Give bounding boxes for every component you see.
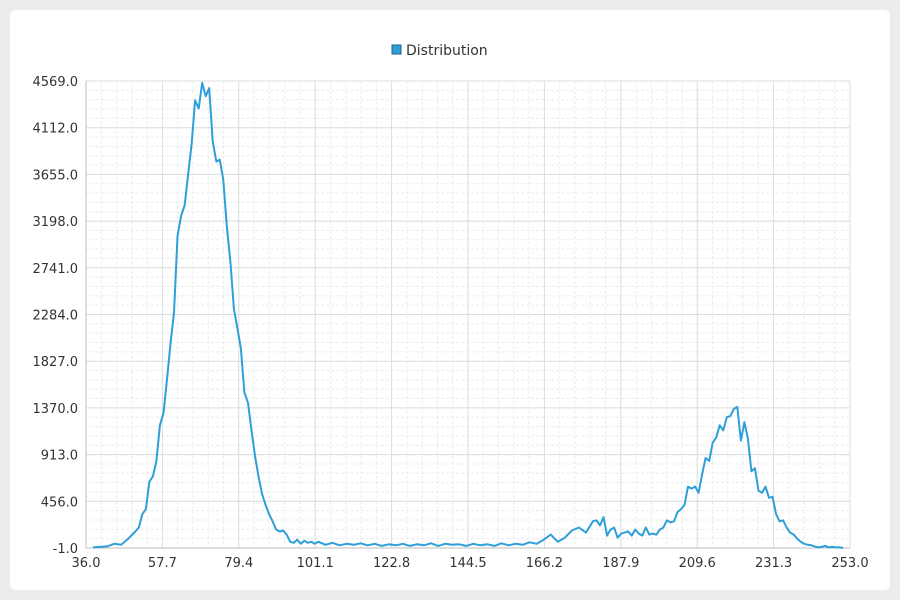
x-tick-label: 231.3 bbox=[755, 556, 792, 571]
x-tick-label: 187.9 bbox=[602, 556, 639, 571]
x-tick-label: 209.6 bbox=[679, 556, 716, 571]
legend-swatch bbox=[391, 44, 402, 55]
y-tick-label: 456.0 bbox=[41, 495, 78, 510]
x-tick-label: 122.8 bbox=[373, 556, 410, 571]
y-tick-label: 913.0 bbox=[41, 449, 78, 464]
legend-label: Distribution bbox=[406, 43, 488, 59]
y-tick-label: 3198.0 bbox=[33, 215, 79, 230]
legend[interactable]: Distribution bbox=[391, 43, 488, 59]
x-tick-label: 57.7 bbox=[148, 556, 177, 571]
y-tick-label: 4569.0 bbox=[33, 75, 79, 90]
x-tick-label: 101.1 bbox=[297, 556, 334, 571]
y-tick-label: 4112.0 bbox=[33, 122, 79, 137]
distribution-chart: 36.0 57.7 79.4 101.1 122.8 144.5 166.2 187.9 209… bbox=[33, 43, 869, 571]
x-tick-label: 144.5 bbox=[449, 556, 486, 571]
y-tick-label: 2284.0 bbox=[33, 309, 79, 324]
grid bbox=[85, 80, 851, 549]
y-tick-label: 1370.0 bbox=[33, 402, 79, 417]
x-tick-label: 36.0 bbox=[72, 556, 101, 571]
y-tick-label: 1827.0 bbox=[33, 355, 79, 370]
x-tick-label: 79.4 bbox=[224, 556, 253, 571]
x-tick-label: 166.2 bbox=[526, 556, 563, 571]
y-tick-label: 3655.0 bbox=[33, 168, 79, 183]
y-tick-label: 2741.0 bbox=[33, 262, 79, 277]
x-tick-label: 253.0 bbox=[831, 556, 868, 571]
y-tick-label: -1.0 bbox=[53, 542, 78, 557]
